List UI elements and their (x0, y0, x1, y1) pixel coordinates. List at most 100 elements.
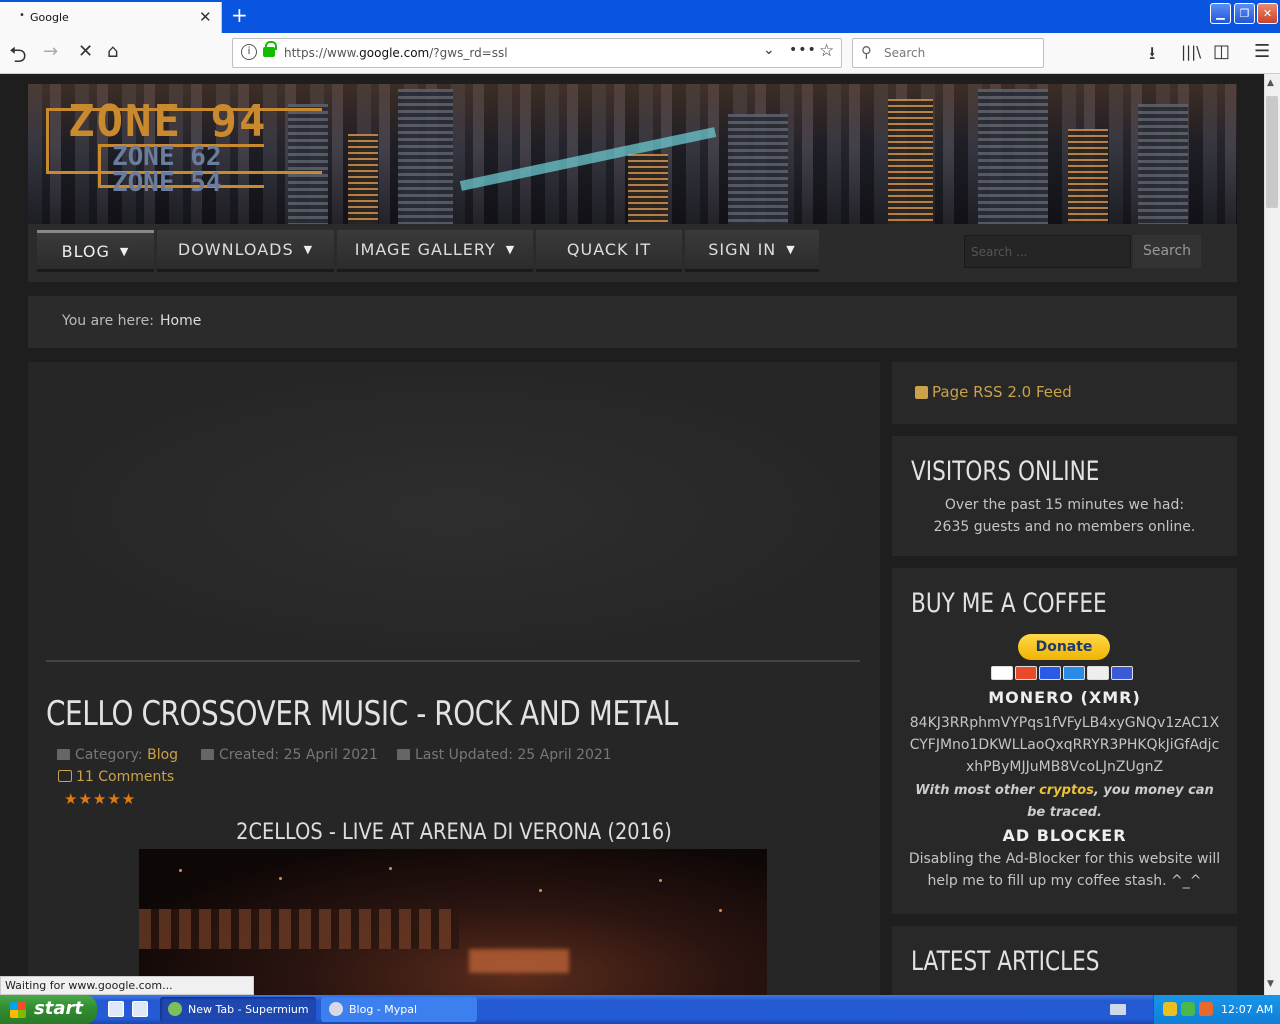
browser-tab[interactable]: • Google ✕ (0, 2, 222, 33)
info-icon[interactable]: i (241, 44, 257, 60)
site-logo-subtitle: ZONE 54 (112, 168, 222, 198)
caret-down-icon: ▼ (505, 243, 516, 256)
site-main-menu: BLOG ▼ DOWNLOADS ▼ IMAGE GALLERY ▼ QUACK IT… (28, 224, 1237, 282)
scroll-up-icon[interactable]: ▲ (1267, 78, 1274, 88)
browser-icon (329, 1002, 343, 1016)
stop-icon[interactable]: ✕ (78, 41, 93, 62)
updated-text: Last Updated: 25 April 2021 (415, 747, 612, 763)
menu-item-quack-it[interactable]: QUACK IT (536, 230, 682, 272)
menu-label: QUACK IT (566, 240, 652, 259)
adblock-title: AD BLOCKER (1002, 826, 1127, 845)
menu-item-sign-in[interactable]: SIGN IN ▼ (685, 230, 819, 272)
menu-label: IMAGE GALLERY (354, 240, 496, 259)
forward-icon[interactable]: → (43, 41, 58, 62)
url-bar[interactable]: i https://www.google.com/?gws_rd=ssl ⌄ •… (232, 38, 842, 68)
breadcrumb-label: You are here: (62, 313, 154, 329)
banner-building (398, 89, 453, 224)
banner-building (888, 99, 933, 224)
rss-feed-link[interactable]: Page RSS 2.0 Feed (932, 383, 1072, 401)
banner-building (1138, 104, 1188, 224)
payment-cards (991, 665, 1135, 684)
ad-placeholder (28, 362, 880, 662)
monero-address[interactable]: 84KJ3RRphmVYPqs1fVFyLB4xyGNQv1zAC1XCYFJM… (906, 712, 1223, 778)
windows-logo-icon (10, 1002, 26, 1018)
more-icon[interactable]: ••• (789, 42, 817, 58)
video-light (279, 877, 282, 880)
comments-link[interactable]: 11 Comments (58, 769, 174, 785)
video-light (659, 879, 662, 882)
cryptos-link[interactable]: cryptos (1039, 783, 1094, 798)
url-text[interactable]: https://www.google.com/?gws_rd=ssl (284, 46, 508, 60)
breadcrumb-home-link[interactable]: Home (160, 313, 201, 329)
sidebar-icon[interactable]: ◫ (1213, 41, 1230, 62)
library-icon[interactable]: |||\ (1181, 43, 1201, 61)
bookmark-star-icon[interactable]: ☆ (819, 41, 834, 61)
menu-icon[interactable]: ☰ (1254, 41, 1270, 62)
calendar-icon (397, 749, 410, 760)
menu-item-image-gallery[interactable]: IMAGE GALLERY ▼ (337, 230, 533, 272)
scrollbar[interactable] (1264, 74, 1280, 995)
banner-building (728, 114, 788, 224)
taskbar: start New Tab - Supermium Blog - Mypal 1… (0, 995, 1280, 1024)
visitors-line1: Over the past 15 minutes we had: (944, 497, 1185, 513)
article-title[interactable]: CELLO CROSSOVER MUSIC - ROCK AND METAL (46, 694, 678, 734)
task-label: Blog - Mypal (349, 1003, 418, 1016)
scrollbar-thumb[interactable] (1266, 96, 1278, 208)
minimize-button[interactable]: ▁ (1210, 3, 1231, 24)
article-created: Created: 25 April 2021 (201, 747, 378, 763)
search-icon: ⚲ (861, 43, 872, 61)
browser-search-input[interactable]: ⚲ Search (852, 38, 1044, 68)
category-link[interactable]: Blog (147, 747, 178, 763)
monero-note: With most other cryptos, you money can b… (906, 780, 1223, 824)
visitors-title: VISITORS ONLINE (911, 456, 1100, 487)
latest-title: LATEST ARTICLES (911, 946, 1100, 977)
note-text: With most other (915, 783, 1040, 798)
menu-label: SIGN IN (708, 240, 777, 259)
site-search-input[interactable]: Search ... (964, 235, 1131, 268)
new-tab-button[interactable]: + (231, 3, 248, 27)
coffee-panel: BUY ME A COFFEE Donate MONERO (XMR) 84KJ… (892, 568, 1237, 914)
loading-dot-icon: • (19, 10, 25, 21)
chevron-down-icon[interactable]: ⌄ (763, 42, 775, 58)
taskbar-item-supermium[interactable]: New Tab - Supermium (160, 997, 316, 1022)
start-button[interactable]: start (0, 995, 97, 1024)
site-search-button[interactable]: Search (1133, 235, 1201, 268)
site-logo-title[interactable]: ZONE 94 (68, 96, 267, 147)
page-viewport: ZONE 94 ZONE 62 ZONE 54 BLOG ▼ DOWNLOADS ▼… (0, 74, 1264, 995)
menu-item-blog[interactable]: BLOG ▼ (37, 230, 154, 272)
video-player[interactable] (139, 849, 767, 995)
shield-icon[interactable] (1163, 1002, 1177, 1016)
lock-icon[interactable] (263, 41, 277, 57)
donate-button[interactable]: Donate (1018, 634, 1110, 660)
quick-launch-icon[interactable] (132, 1001, 148, 1017)
back-icon[interactable]: ⮌ (9, 38, 27, 76)
calendar-icon (201, 749, 214, 760)
banner-building (628, 154, 668, 224)
article-category: Category: Blog (57, 747, 178, 763)
menu-item-downloads[interactable]: DOWNLOADS ▼ (157, 230, 334, 272)
maestro-icon (1039, 666, 1061, 680)
window-close-button[interactable]: ✕ (1257, 3, 1278, 24)
network-icon[interactable] (1181, 1002, 1195, 1016)
navigation-toolbar: ⮌ → ✕ ⌂ i https://www.google.com/?gws_rd… (0, 33, 1280, 74)
rating-stars[interactable]: ★★★★★ (64, 790, 136, 808)
banner-monorail (459, 127, 717, 191)
url-prefix: https://www. (284, 46, 360, 60)
video-light (179, 869, 182, 872)
amex-icon (1063, 666, 1085, 680)
quick-launch-icon[interactable] (108, 1001, 124, 1017)
visitors-line2: 2635 guests and no members online. (933, 519, 1196, 535)
tab-close-button[interactable]: ✕ (199, 8, 212, 26)
download-icon[interactable]: ⭳ (1149, 41, 1155, 71)
keyboard-icon[interactable] (1110, 1004, 1126, 1015)
visa-icon (991, 666, 1013, 680)
home-icon[interactable]: ⌂ (107, 41, 118, 62)
status-bar: Waiting for www.google.com... (0, 976, 254, 995)
taskbar-item-mypal[interactable]: Blog - Mypal (321, 997, 477, 1022)
scroll-down-icon[interactable]: ▼ (1267, 979, 1274, 989)
bank-card-icon (1111, 666, 1133, 680)
browser-tab-strip: • Google ✕ + ▁ ❐ ✕ (0, 0, 1280, 33)
rss-icon (915, 386, 928, 399)
search-tray-icon[interactable] (1199, 1002, 1213, 1016)
maximize-button[interactable]: ❐ (1234, 3, 1255, 24)
